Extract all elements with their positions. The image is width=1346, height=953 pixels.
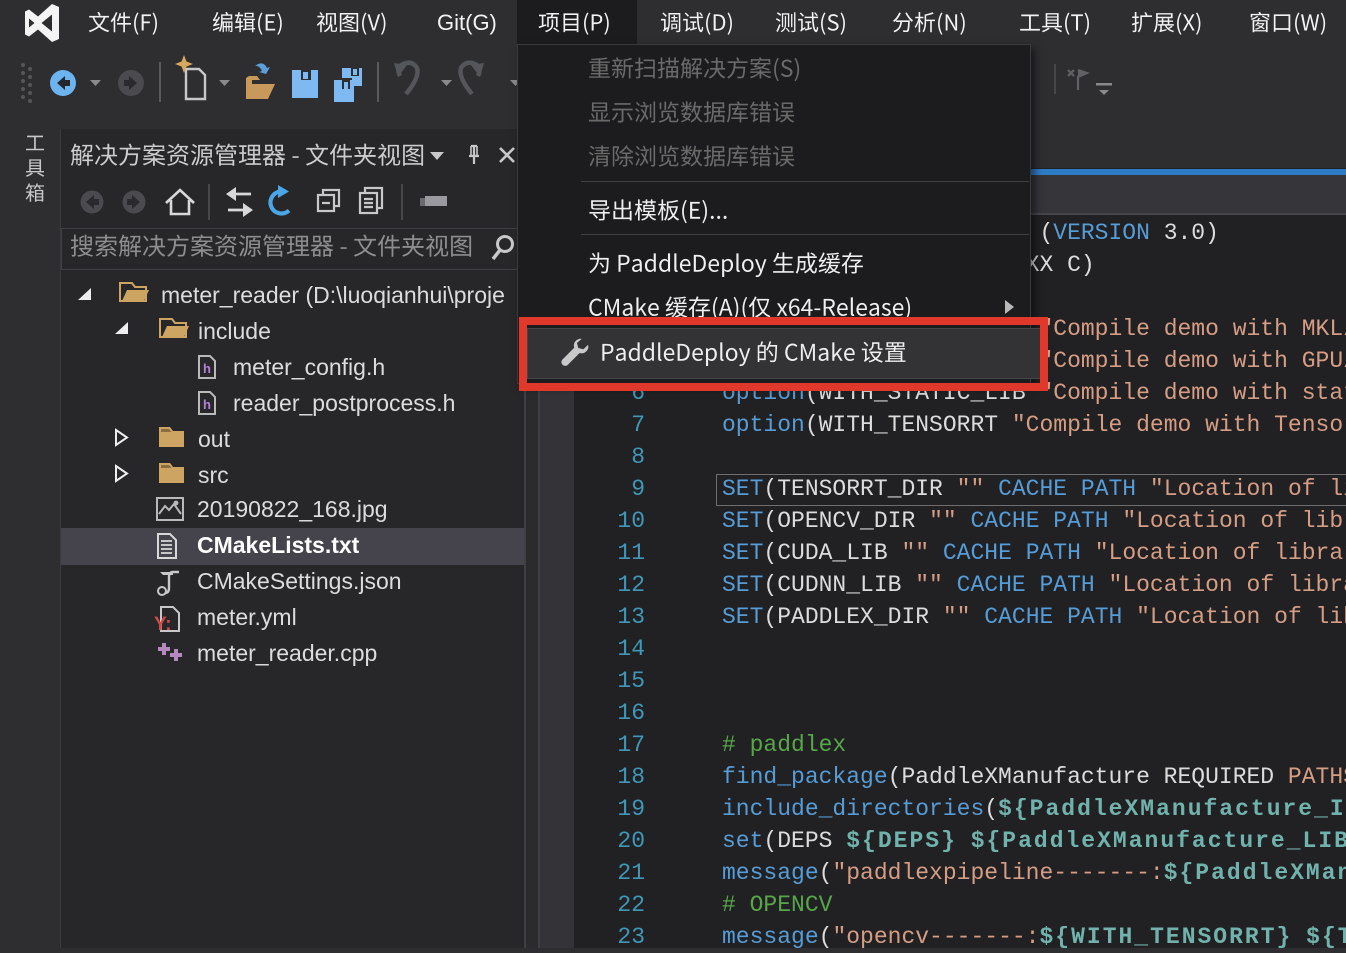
svg-text:Y:: Y:: [154, 614, 172, 635]
svg-text:h: h: [203, 397, 211, 412]
svg-text:h: h: [203, 361, 211, 376]
